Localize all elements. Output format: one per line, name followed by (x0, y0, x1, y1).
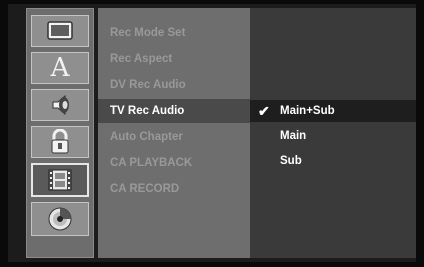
option-sub[interactable]: Sub (250, 150, 416, 172)
menu-item-rec-mode-set[interactable]: Rec Mode Set (98, 21, 250, 45)
option-label: Main (280, 130, 307, 142)
option-panel: ✔ Main+Sub Main Sub (250, 8, 416, 258)
category-lock[interactable] (31, 126, 89, 158)
menu-item-dv-rec-audio[interactable]: DV Rec Audio (98, 73, 250, 97)
category-icon-column: A (26, 8, 94, 258)
menu-item-ca-record[interactable]: CA RECORD (98, 177, 250, 201)
category-disc[interactable] (31, 202, 89, 236)
category-audio[interactable] (31, 89, 89, 121)
checkmark-icon: ✔ (258, 103, 270, 119)
menu-item-tv-rec-audio[interactable]: TV Rec Audio (98, 99, 250, 123)
option-main-sub[interactable]: ✔ Main+Sub (250, 100, 416, 122)
menu-item-rec-aspect[interactable]: Rec Aspect (98, 47, 250, 71)
category-language[interactable]: A (31, 52, 89, 84)
language-icon: A (50, 53, 70, 83)
option-label: Sub (280, 155, 302, 167)
recording-film-icon (48, 169, 72, 191)
display-icon (47, 21, 73, 40)
option-label: Main+Sub (280, 105, 335, 117)
menu-item-ca-playback[interactable]: CA PLAYBACK (98, 151, 250, 175)
option-main[interactable]: Main (250, 125, 416, 147)
category-recording[interactable] (31, 163, 89, 197)
category-display[interactable] (31, 15, 89, 47)
menu-list: Rec Mode Set Rec Aspect DV Rec Audio TV … (98, 8, 250, 258)
lock-icon (51, 129, 69, 154)
menu-item-auto-chapter[interactable]: Auto Chapter (98, 125, 250, 149)
audio-icon (52, 94, 69, 116)
disc-icon (48, 207, 72, 231)
